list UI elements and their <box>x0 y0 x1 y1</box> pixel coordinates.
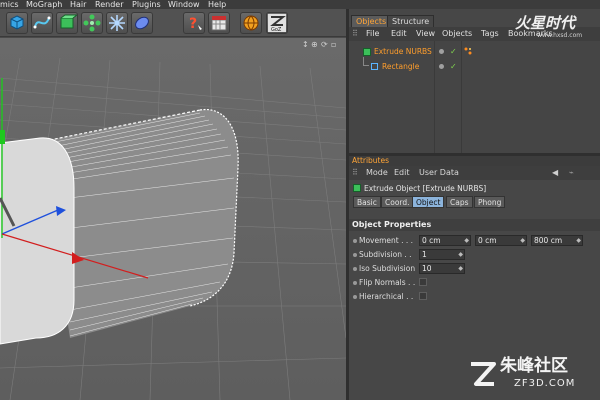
grip-icon: ⠿ <box>352 29 358 38</box>
spline-icon[interactable] <box>31 12 53 34</box>
animation-dot-icon[interactable] <box>353 253 357 257</box>
menu-item-mograph[interactable]: MoGraph <box>26 0 62 9</box>
menu-item-help[interactable]: Help <box>208 0 226 9</box>
watermark-zf3d: 朱峰社区 ZF3D.COM <box>466 354 600 398</box>
attributes-subtabs: Basic Coord. Object Caps Phong <box>349 196 600 208</box>
iso-subdivision-row: Iso Subdivision 10 ◆ <box>349 263 600 274</box>
hierarchical-label: Hierarchical . . <box>359 292 414 301</box>
attributes-menu: ⠿ Mode Edit User Data ◀ ⌁ <box>349 166 600 180</box>
menubar: mics MoGraph Hair Render Plugins Window … <box>0 0 600 9</box>
object-label: Extrude NURBS <box>374 47 432 56</box>
animation-dot-icon[interactable] <box>353 281 357 285</box>
watermark-url: www.hxsd.com <box>537 32 583 39</box>
viewport-nav: ↕ ⊕ ⟳ ▫ <box>302 40 342 50</box>
rectangle-spline-icon <box>371 63 378 70</box>
attributes-tab-label: Attributes <box>352 156 390 165</box>
menu-item-window[interactable]: Window <box>168 0 200 9</box>
attributes-tab[interactable]: Attributes <box>349 156 600 166</box>
tab-structure[interactable]: Structure <box>387 15 435 27</box>
tree-line <box>363 57 369 66</box>
move-view-icon[interactable]: ↕ <box>302 40 309 50</box>
watermark-en: ZF3D.COM <box>514 378 576 389</box>
hierarchical-row: Hierarchical . . <box>349 291 600 302</box>
menu-item-render[interactable]: Render <box>95 0 123 9</box>
attributes-title-row: Extrude Object [Extrude NURBS] <box>353 183 486 195</box>
goz-label: GoZ <box>271 27 282 33</box>
tab-caps[interactable]: Caps <box>446 196 473 208</box>
menu-edit[interactable]: Edit <box>391 27 407 41</box>
grip-icon: ⠿ <box>352 168 358 177</box>
iso-subdivision-label: Iso Subdivision <box>359 264 416 273</box>
menu-objects[interactable]: Objects <box>442 27 472 41</box>
watermark-hxsd: 火星时代 www.hxsd.com <box>515 14 600 40</box>
object-label: Rectangle <box>382 62 420 71</box>
menu-view[interactable]: View <box>416 27 435 41</box>
menu-item-mics[interactable]: mics <box>0 0 19 9</box>
watermark-cn: 朱峰社区 <box>500 356 568 376</box>
extrude-nurbs-icon <box>363 48 371 56</box>
animation-dot-icon[interactable] <box>353 267 357 271</box>
svg-text:?: ? <box>189 16 197 32</box>
extrude-nurbs-icon <box>353 184 361 192</box>
object-properties-header: Object Properties <box>349 219 600 231</box>
menu-tags[interactable]: Tags <box>481 27 499 41</box>
list-item[interactable]: Rectangle ✓ <box>349 57 600 73</box>
tab-objects[interactable]: Objects <box>351 15 392 27</box>
menu-item-hair[interactable]: Hair <box>70 0 86 9</box>
movement-y-field[interactable]: 0 cm ◆ <box>475 235 527 246</box>
3d-viewport[interactable]: ↕ ⊕ ⟳ ▫ <box>0 38 346 400</box>
watermark-title: 火星时代 <box>515 14 576 32</box>
menu-item-plugins[interactable]: Plugins <box>132 0 161 9</box>
animation-dot-icon[interactable] <box>353 239 357 243</box>
enabled-check-icon[interactable]: ✓ <box>450 47 457 57</box>
tab-coord[interactable]: Coord. <box>381 196 414 208</box>
subdivision-row: Subdivision . . 1 ◆ <box>349 249 600 260</box>
scene-icon[interactable] <box>131 12 153 34</box>
menu-user-data[interactable]: User Data <box>419 166 459 180</box>
movement-z-field[interactable]: 800 cm ◆ <box>531 235 583 246</box>
viewport-scene <box>0 38 346 400</box>
nurbs-icon[interactable] <box>56 12 78 34</box>
visibility-dot-icon[interactable] <box>439 64 444 69</box>
flip-normals-label: Flip Normals . . <box>359 278 416 287</box>
tab-basic[interactable]: Basic <box>353 196 381 208</box>
movement-label: Movement . . . <box>359 236 414 245</box>
menu-mode[interactable]: Mode <box>366 166 388 180</box>
render-icon[interactable] <box>208 12 230 34</box>
menu-edit[interactable]: Edit <box>394 166 410 180</box>
animation-dot-icon[interactable] <box>353 295 357 299</box>
flip-normals-checkbox[interactable] <box>419 278 427 286</box>
section-title: Object Properties <box>352 220 432 229</box>
hierarchical-checkbox[interactable] <box>419 292 427 300</box>
movement-x-field[interactable]: 0 cm ◆ <box>419 235 471 246</box>
iso-subdivision-field[interactable]: 10 ◆ <box>419 263 465 274</box>
right-panel: Objects Structure ⠿ File Edit View Objec… <box>349 9 600 400</box>
enabled-check-icon[interactable]: ✓ <box>450 62 457 72</box>
toolbar: ? GoZ <box>0 9 349 37</box>
zf3d-logo-icon <box>471 362 496 386</box>
maximize-view-icon[interactable]: ▫ <box>331 40 336 50</box>
rotate-view-icon[interactable]: ⟳ <box>321 40 328 50</box>
visibility-dot-icon[interactable] <box>439 49 444 54</box>
nav-icon[interactable]: ⌁ <box>569 166 574 180</box>
goz-icon[interactable]: GoZ <box>266 12 288 34</box>
object-list: Extrude NURBS ✓ Rectangle ✓ <box>349 41 600 153</box>
array-icon[interactable] <box>81 12 103 34</box>
globe-icon[interactable] <box>240 12 262 34</box>
subdivision-field[interactable]: 1 ◆ <box>419 249 465 260</box>
help-icon[interactable]: ? <box>183 12 205 34</box>
tab-phong[interactable]: Phong <box>474 196 506 208</box>
cube-icon[interactable] <box>6 12 28 34</box>
list-item[interactable]: Extrude NURBS ✓ <box>349 46 600 58</box>
back-arrow-icon[interactable]: ◀ <box>552 166 558 180</box>
movement-row: Movement . . . 0 cm ◆ 0 cm ◆ 800 cm ◆ <box>349 235 600 246</box>
flip-normals-row: Flip Normals . . <box>349 277 600 288</box>
attributes-title: Extrude Object [Extrude NURBS] <box>364 184 487 193</box>
phong-tag-icon[interactable] <box>464 47 472 55</box>
zoom-view-icon[interactable]: ⊕ <box>311 40 318 50</box>
deformer-icon[interactable] <box>106 12 128 34</box>
menu-file[interactable]: File <box>366 27 379 41</box>
tab-object[interactable]: Object <box>412 196 445 208</box>
subdivision-label: Subdivision . . <box>359 250 412 259</box>
